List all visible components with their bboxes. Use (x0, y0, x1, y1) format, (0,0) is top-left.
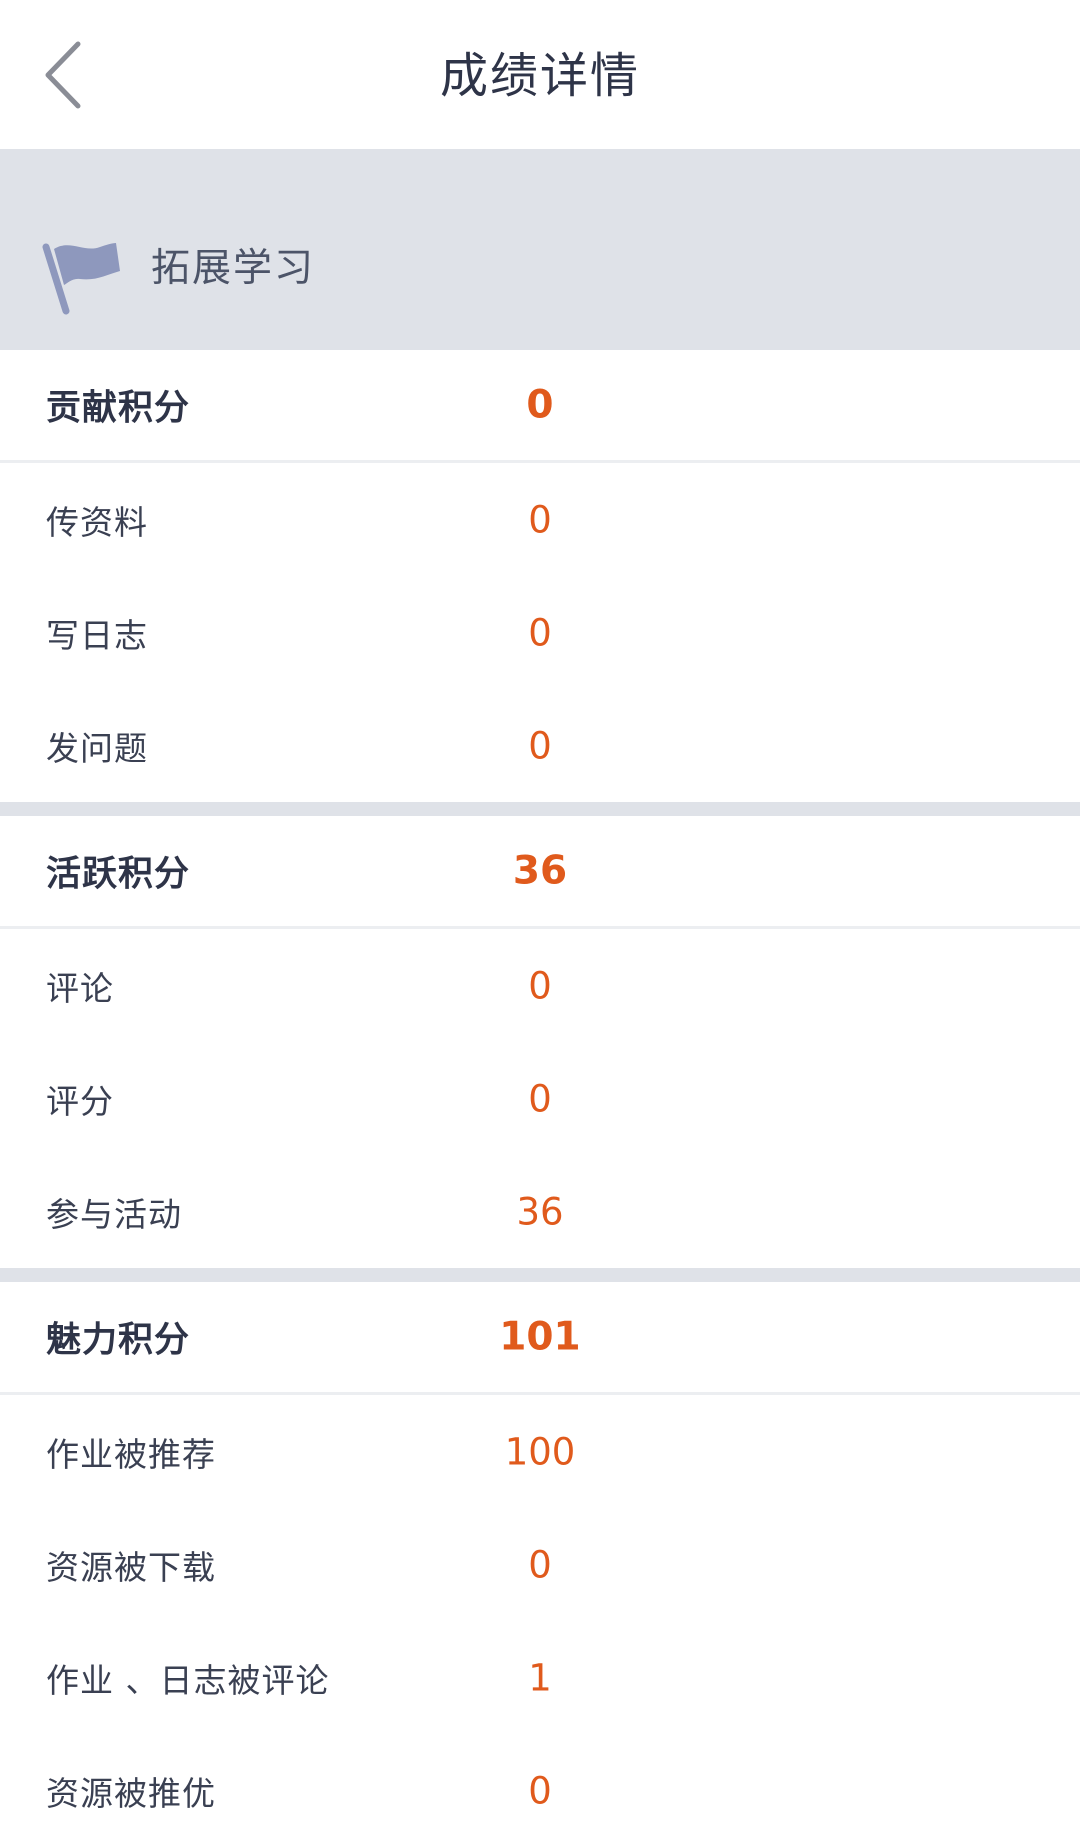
score-item-row: 评论 0 (0, 929, 1080, 1042)
flag-icon (42, 243, 120, 315)
score-item-label: 资源被推优 (46, 1773, 216, 1813)
score-group-total: 36 (512, 848, 568, 894)
score-group-total: 101 (499, 1314, 581, 1360)
score-item-row: 参与活动 36 (0, 1155, 1080, 1268)
score-group: 魅力积分 101 作业被推荐 100 资源被下载 0 作业 、日志被评论 1 资源被推优 0 (0, 1282, 1080, 1847)
score-group-title: 活跃积分 (46, 854, 191, 895)
score-item-label: 作业 、日志被评论 (46, 1660, 330, 1700)
score-item-label: 传资料 (46, 502, 148, 542)
group-separator (0, 802, 1080, 816)
score-item-row: 传资料 0 (0, 463, 1080, 576)
score-item-label: 评论 (46, 968, 114, 1008)
score-item-label: 资源被下载 (46, 1547, 216, 1587)
score-group-total: 0 (526, 382, 554, 428)
score-group: 贡献积分 0 传资料 0 写日志 0 发问题 0 (0, 350, 1080, 802)
top-app-bar: 成绩详情 (0, 0, 1080, 149)
score-item-label: 写日志 (46, 615, 148, 655)
score-item-row: 评分 0 (0, 1042, 1080, 1155)
score-group-header: 贡献积分 0 (0, 350, 1080, 463)
score-group-title: 贡献积分 (46, 388, 191, 429)
score-item-value: 0 (528, 1769, 552, 1812)
score-item-row: 作业被推荐 100 (0, 1395, 1080, 1508)
score-item-label: 评分 (46, 1081, 114, 1121)
score-item-value: 0 (528, 498, 552, 541)
score-group: 活跃积分 36 评论 0 评分 0 参与活动 36 (0, 816, 1080, 1268)
group-separator (0, 1268, 1080, 1282)
score-item-label: 发问题 (46, 728, 148, 768)
score-item-row: 发问题 0 (0, 689, 1080, 802)
score-item-row: 写日志 0 (0, 576, 1080, 689)
score-group-header: 活跃积分 36 (0, 816, 1080, 929)
score-item-value: 100 (504, 1430, 576, 1473)
score-item-row: 作业 、日志被评论 1 (0, 1621, 1080, 1734)
score-item-value: 36 (516, 1190, 564, 1233)
score-group-title: 魅力积分 (46, 1320, 191, 1361)
score-item-row: 资源被推优 0 (0, 1734, 1080, 1847)
section-title: 拓展学习 (151, 246, 316, 291)
score-groups: 贡献积分 0 传资料 0 写日志 0 发问题 0 活跃积分 36 评论 0 评分 0 参与活动 36 魅力积分 1… (0, 350, 1080, 1847)
score-item-value: 1 (528, 1656, 552, 1699)
score-item-value: 0 (528, 1077, 552, 1120)
score-item-value: 0 (528, 611, 552, 654)
score-item-label: 参与活动 (46, 1194, 182, 1234)
score-item-label: 作业被推荐 (46, 1434, 216, 1474)
score-item-value: 0 (528, 724, 552, 767)
score-item-value: 0 (528, 964, 552, 1007)
score-item-row: 资源被下载 0 (0, 1508, 1080, 1621)
page-title: 成绩详情 (439, 48, 640, 104)
score-item-value: 0 (528, 1543, 552, 1586)
section-banner: 拓展学习 (0, 149, 1080, 350)
score-group-header: 魅力积分 101 (0, 1282, 1080, 1395)
